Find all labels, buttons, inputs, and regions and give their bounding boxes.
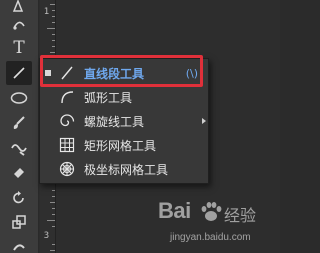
rotate-icon[interactable] bbox=[6, 186, 32, 210]
ruler-label: 3 bbox=[43, 231, 50, 241]
watermark-brand: Bai bbox=[158, 198, 191, 223]
illustrator-workspace: T 1 1 2 3 bbox=[0, 0, 280, 253]
menu-item-rectangular-grid-tool[interactable]: 矩形网格工具 bbox=[40, 133, 208, 157]
watermark-cn: 经验 bbox=[224, 206, 257, 225]
menu-item-label: 矩形网格工具 bbox=[84, 138, 157, 153]
rectangular-grid-icon bbox=[58, 136, 76, 154]
line-segment-icon[interactable] bbox=[6, 61, 32, 85]
type-tool-glyph: T bbox=[13, 38, 25, 58]
polar-grid-icon bbox=[58, 160, 76, 178]
watermark-url: jingyan.baidu.com bbox=[170, 232, 251, 243]
submenu-arrow-icon bbox=[202, 118, 206, 124]
menu-item-label: 螺旋线工具 bbox=[84, 114, 145, 129]
curvature-icon[interactable] bbox=[6, 12, 32, 36]
arc-icon bbox=[58, 88, 76, 106]
paw-icon bbox=[201, 202, 222, 221]
menu-item-polar-grid-tool[interactable]: 极坐标网格工具 bbox=[40, 157, 208, 181]
menu-item-arc-tool[interactable]: 弧形工具 bbox=[40, 85, 208, 109]
ellipse-icon[interactable] bbox=[6, 86, 32, 110]
menu-item-label: 极坐标网格工具 bbox=[84, 162, 169, 177]
scale-icon[interactable] bbox=[6, 210, 32, 234]
eraser-icon[interactable] bbox=[6, 160, 32, 184]
annotation-highlight-box bbox=[40, 55, 203, 87]
baidu-jingyan-watermark: Bai 经验 jingyan.baidu.com bbox=[158, 198, 276, 250]
warp-icon[interactable] bbox=[6, 234, 32, 253]
menu-item-label: 弧形工具 bbox=[84, 90, 133, 105]
tools-panel: T bbox=[0, 0, 39, 253]
type-tool-icon[interactable]: T bbox=[6, 36, 32, 60]
paintbrush-icon[interactable] bbox=[6, 111, 32, 135]
ruler-label: 1 bbox=[43, 7, 50, 17]
shaper-icon[interactable] bbox=[6, 136, 32, 160]
menu-item-spiral-tool[interactable]: 螺旋线工具 bbox=[40, 109, 208, 133]
spiral-icon bbox=[58, 112, 76, 130]
